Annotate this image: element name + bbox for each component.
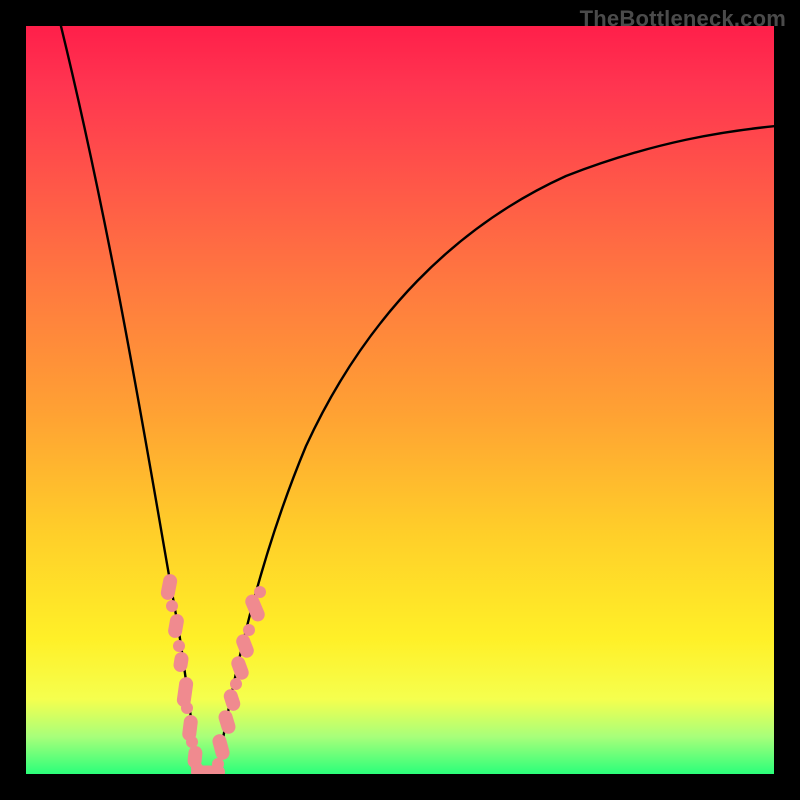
marker-point bbox=[243, 624, 255, 636]
right-branch-path bbox=[217, 126, 774, 774]
marker-point bbox=[181, 702, 193, 714]
bottleneck-curve bbox=[26, 26, 774, 774]
watermark-text: TheBottleneck.com bbox=[580, 6, 786, 32]
marker-point bbox=[254, 586, 266, 598]
marker-point bbox=[173, 640, 185, 652]
chart-plot-area bbox=[26, 26, 774, 774]
marker-point bbox=[166, 600, 178, 612]
